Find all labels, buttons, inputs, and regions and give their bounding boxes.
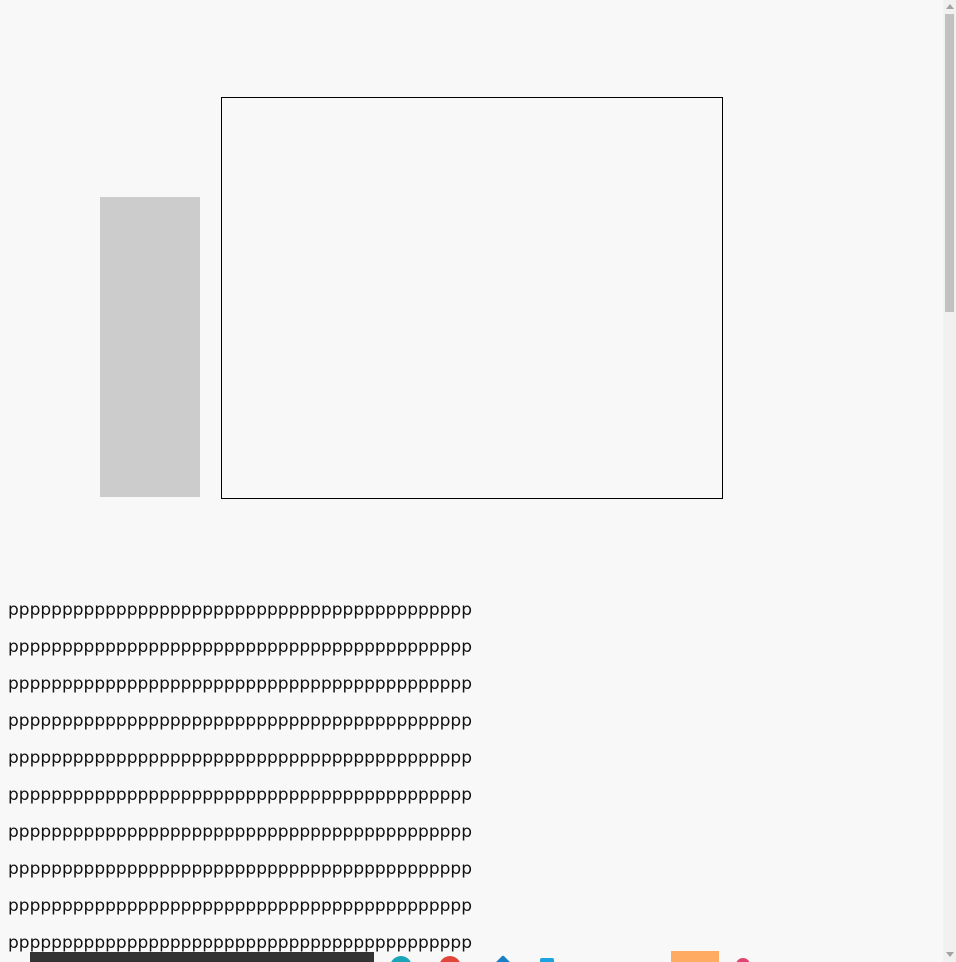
page-viewport: pppppppppppppppppppppppppppppppppppppppp… [0, 0, 943, 962]
scroll-down-arrow-icon[interactable] [946, 952, 954, 957]
bottom-toolbar[interactable] [30, 952, 374, 962]
embedded-frame[interactable] [221, 97, 723, 499]
text-line: pppppppppppppppppppppppppppppppppppppppp… [8, 600, 473, 620]
gray-side-block [100, 197, 200, 497]
pink-icon[interactable] [736, 958, 750, 962]
text-line: pppppppppppppppppppppppppppppppppppppppp… [8, 748, 473, 768]
text-line: pppppppppppppppppppppppppppppppppppppppp… [8, 896, 473, 916]
text-content: pppppppppppppppppppppppppppppppppppppppp… [8, 598, 608, 962]
text-line: pppppppppppppppppppppppppppppppppppppppp… [8, 637, 473, 657]
orange-block[interactable] [671, 951, 719, 962]
text-line: pppppppppppppppppppppppppppppppppppppppp… [8, 674, 473, 694]
vertical-scrollbar[interactable] [943, 0, 956, 962]
lightblue-square-icon[interactable] [540, 958, 554, 962]
text-line: pppppppppppppppppppppppppppppppppppppppp… [8, 859, 473, 879]
text-line: pppppppppppppppppppppppppppppppppppppppp… [8, 711, 473, 731]
text-line: pppppppppppppppppppppppppppppppppppppppp… [8, 785, 473, 805]
scrollbar-thumb[interactable] [945, 14, 954, 312]
scroll-up-arrow-icon[interactable] [946, 4, 954, 9]
text-line: pppppppppppppppppppppppppppppppppppppppp… [8, 822, 473, 842]
